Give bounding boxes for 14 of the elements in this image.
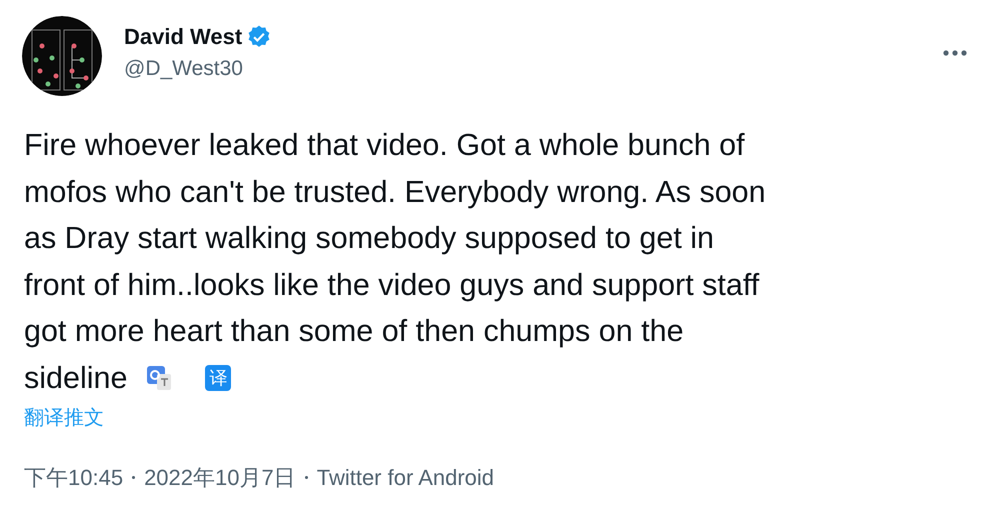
author-name[interactable]: David West xyxy=(124,22,242,52)
author-handle[interactable]: @D_West30 xyxy=(124,54,272,84)
tweet-date[interactable]: 2022年10月7日 xyxy=(144,461,296,494)
tweet-text-line: Fire whoever leaked that video. Got a whole bunch of xyxy=(24,127,745,164)
more-options-icon[interactable] xyxy=(942,49,968,57)
tweet-text-line: sideline xyxy=(24,360,128,396)
tweet-source[interactable]: Twitter for Android xyxy=(316,461,494,494)
tweet-text-line: got more heart than some of then chumps on the xyxy=(24,313,684,350)
tweet-text-line: mofos who can't be trusted. Everybody wrong. As soon xyxy=(24,174,766,210)
translate-badge[interactable]: 译 xyxy=(205,364,232,391)
translate-icon[interactable] xyxy=(145,364,174,392)
tweet-time[interactable]: 下午10:45 xyxy=(24,461,124,494)
tweet-text-line: as Dray start walking somebody supposed to get in xyxy=(24,220,714,257)
tweet-text-line: front of him..looks like the video guys and support staff xyxy=(24,266,760,304)
